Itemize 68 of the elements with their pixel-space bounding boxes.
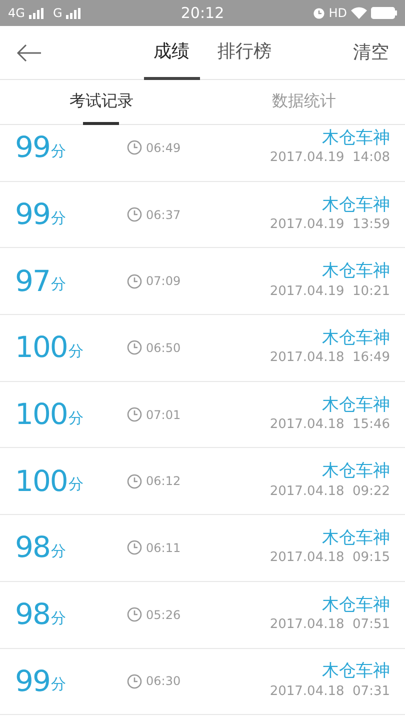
clock-icon xyxy=(127,407,142,422)
clock-icon xyxy=(127,207,142,222)
clock-icon xyxy=(127,674,142,689)
score-value: 100 xyxy=(15,466,68,496)
signal-icon xyxy=(28,8,45,18)
score-unit: 分 xyxy=(50,140,66,162)
score-unit: 分 xyxy=(50,540,66,562)
network-label: G xyxy=(52,5,62,22)
clock-icon xyxy=(127,340,142,356)
duration-text: 07:09 xyxy=(146,273,181,290)
score-value: 100 xyxy=(15,333,68,362)
user-name: 木仓车神 xyxy=(322,594,390,616)
hd-label: HD xyxy=(328,5,347,22)
record-date: 2017.04.18 07:31 xyxy=(270,682,390,701)
battery-icon xyxy=(371,7,397,19)
duration-text: 06:37 xyxy=(146,206,181,224)
user-name: 木仓车神 xyxy=(322,128,390,148)
user-name: 木仓车神 xyxy=(322,528,390,548)
record-date: 2017.04.19 10:21 xyxy=(270,282,390,301)
score-unit: 分 xyxy=(50,208,66,229)
score-value: 98 xyxy=(15,533,50,562)
clock-icon xyxy=(127,140,142,156)
score-value: 98 xyxy=(15,600,50,630)
score-unit: 分 xyxy=(50,674,66,696)
score-unit: 分 xyxy=(50,608,66,629)
duration-text: 06:50 xyxy=(146,340,181,357)
record-date: 2017.04.18 07:51 xyxy=(270,616,390,634)
user-name: 木仓车神 xyxy=(322,261,390,282)
clock-icon xyxy=(127,540,142,556)
user-name: 木仓车神 xyxy=(322,661,390,682)
user-name: 木仓车神 xyxy=(322,328,390,348)
score-unit: 分 xyxy=(68,408,84,429)
record-date: 2017.04.18 09:22 xyxy=(270,482,390,501)
wifi-icon xyxy=(351,7,367,19)
back-arrow-icon xyxy=(16,44,42,62)
header-tab[interactable]: 成绩 xyxy=(144,26,200,80)
score-unit: 分 xyxy=(68,340,84,362)
record-date: 2017.04.19 14:08 xyxy=(270,149,390,168)
duration-text: 07:01 xyxy=(146,406,181,424)
record-date: 2017.04.18 09:15 xyxy=(270,549,390,568)
duration-text: 05:26 xyxy=(146,606,181,624)
score-value: 99 xyxy=(15,666,50,696)
user-name: 木仓车神 xyxy=(322,394,390,416)
record-date: 2017.04.18 15:46 xyxy=(270,416,390,434)
status-time: 20:12 xyxy=(180,2,224,24)
score-value: 100 xyxy=(15,400,68,430)
score-value: 99 xyxy=(15,133,50,162)
clock-icon xyxy=(127,274,142,289)
duration-text: 06:30 xyxy=(146,673,181,690)
user-name: 木仓车神 xyxy=(322,194,390,215)
network-label: 4G xyxy=(8,5,25,22)
duration-text: 06:11 xyxy=(146,540,181,557)
score-unit: 分 xyxy=(68,474,84,496)
sub-tab[interactable]: 考试记录 xyxy=(0,80,202,125)
user-name: 木仓车神 xyxy=(322,461,390,482)
clock-icon xyxy=(127,607,142,622)
score-value: 97 xyxy=(15,266,50,296)
signal-icon xyxy=(66,8,82,18)
score-value: 99 xyxy=(15,200,50,230)
duration-text: 06:49 xyxy=(146,140,181,157)
duration-text: 06:12 xyxy=(146,473,181,490)
record-date: 2017.04.19 13:59 xyxy=(270,216,390,234)
clear-button[interactable]: 清空 xyxy=(353,26,389,80)
header-tab[interactable]: 排行榜 xyxy=(208,26,282,80)
alarm-icon xyxy=(312,7,325,19)
clock-icon xyxy=(127,474,142,489)
record-date: 2017.04.18 16:49 xyxy=(270,349,390,368)
score-unit: 分 xyxy=(50,274,66,296)
